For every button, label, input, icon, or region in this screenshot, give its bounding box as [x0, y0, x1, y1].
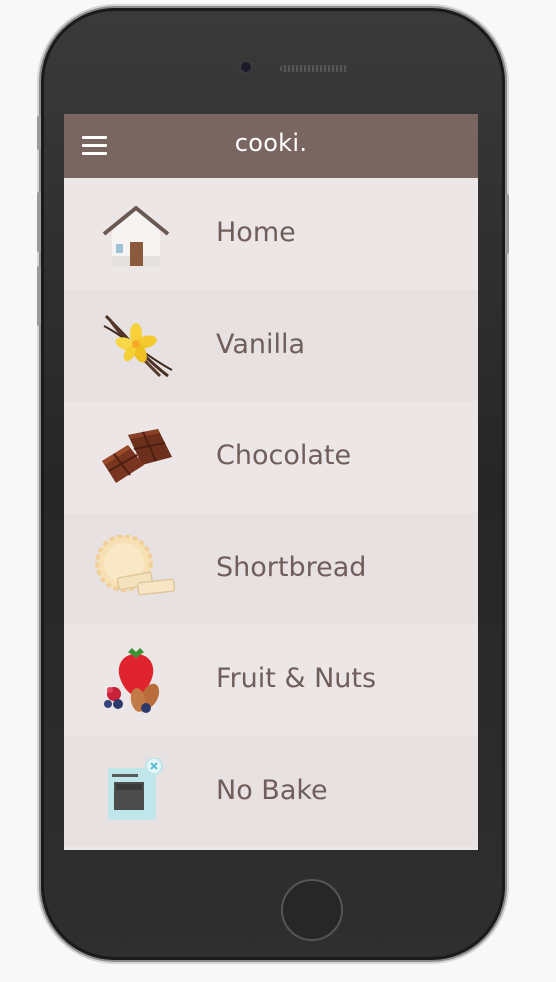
power-button: [505, 194, 509, 254]
menu-item-fruit-nuts[interactable]: Fruit & Nuts: [64, 624, 478, 736]
app-bar: cooki.: [64, 114, 478, 178]
menu-item-vanilla[interactable]: Vanilla: [64, 289, 478, 401]
front-camera: [241, 62, 251, 72]
volume-up-button: [37, 192, 41, 252]
app-title: cooki.: [234, 129, 308, 157]
menu-item-label: No Bake: [216, 774, 328, 806]
menu-item-shortbread[interactable]: Shortbread: [64, 512, 478, 624]
mute-switch: [37, 116, 41, 150]
vanilla-icon: [103, 314, 173, 377]
oven-icon: [108, 757, 163, 820]
home-button[interactable]: [281, 879, 343, 941]
menu-item-no-bake[interactable]: No Bake: [64, 735, 478, 847]
chocolate-icon: [102, 429, 172, 483]
menu-item-label: Vanilla: [216, 328, 306, 360]
earpiece-speaker: [280, 65, 348, 72]
house-icon: [102, 206, 170, 266]
category-menu: Home Vanilla Chocolate Shortbread Fruit …: [64, 178, 478, 847]
menu-item-label: Home: [216, 217, 296, 248]
app-screen: cooki. Home Vanilla Chocolate Shortbread…: [64, 114, 478, 850]
menu-item-home[interactable]: Home: [64, 178, 478, 290]
shortbread-icon: [95, 534, 176, 595]
volume-down-button: [37, 266, 41, 326]
menu-item-label: Chocolate: [216, 440, 352, 471]
fruit-nuts-icon: [104, 648, 160, 713]
menu-item-chocolate[interactable]: Chocolate: [64, 401, 478, 513]
menu-item-label: Shortbread: [216, 551, 367, 583]
menu-item-label: Fruit & Nuts: [216, 663, 377, 694]
